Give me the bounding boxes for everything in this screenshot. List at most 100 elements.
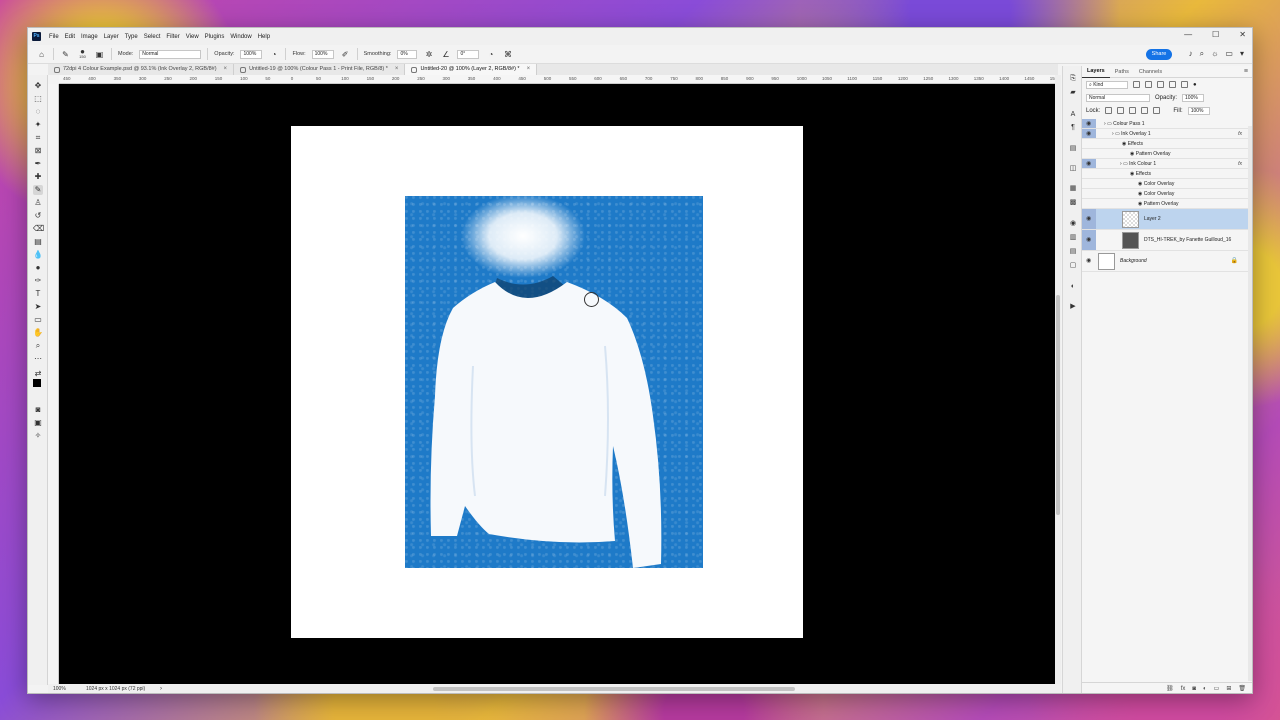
zoom-level[interactable]: 100% xyxy=(53,684,66,693)
history-icon[interactable]: ⎘ xyxy=(1068,74,1078,84)
fx-badge[interactable]: fx xyxy=(1238,159,1242,169)
foreground-color-swatch[interactable] xyxy=(33,379,41,387)
opacity-field[interactable]: 100% xyxy=(240,49,263,59)
tab-document-2[interactable]: Untitled-19 @ 100% (Colour Pass 1 - Prin… xyxy=(234,64,406,75)
layer-row-selected[interactable]: ◉ Layer 2 xyxy=(1082,209,1248,230)
paragraph-icon[interactable]: ¶ xyxy=(1068,123,1078,133)
menu-type[interactable]: Type xyxy=(125,34,138,40)
menu-file[interactable]: File xyxy=(49,34,59,40)
filter-smart-object-icon[interactable] xyxy=(1181,81,1188,88)
character-icon[interactable]: A xyxy=(1068,110,1078,120)
type-tool-icon[interactable]: T xyxy=(33,289,43,299)
scroll-thumb[interactable] xyxy=(1056,295,1060,515)
airbrush-icon[interactable]: ✐ xyxy=(340,49,351,60)
eye-icon[interactable]: ◉ xyxy=(1086,230,1091,251)
angle-field[interactable]: 0° xyxy=(457,49,480,59)
bell-icon[interactable]: ♪ xyxy=(1189,49,1193,59)
close-icon[interactable]: × xyxy=(224,64,228,75)
close-icon[interactable]: × xyxy=(527,64,531,75)
lock-artboard-icon[interactable] xyxy=(1141,107,1149,114)
filter-pixel-icon[interactable] xyxy=(1133,81,1140,88)
menu-edit[interactable]: Edit xyxy=(65,34,75,40)
new-group-icon[interactable]: ▭ xyxy=(1214,685,1220,692)
brush-settings-icon[interactable]: ▣ xyxy=(94,49,105,60)
fx-icon[interactable]: fx xyxy=(1181,686,1186,692)
magic-wand-tool-icon[interactable]: ✦ xyxy=(33,120,43,130)
generative-icon[interactable]: ✧ xyxy=(33,431,43,441)
adjustment-layer-icon[interactable]: ◐ xyxy=(1203,686,1207,692)
lock-pixels-icon[interactable] xyxy=(1117,107,1125,114)
blur-tool-icon[interactable]: 💧 xyxy=(33,250,43,260)
mode-select[interactable]: Normal xyxy=(139,49,202,59)
eye-icon[interactable]: ◉ xyxy=(1086,129,1091,139)
share-button[interactable]: Share xyxy=(1146,49,1172,60)
menu-window[interactable]: Window xyxy=(230,34,251,40)
symmetry-icon[interactable]: ⌘ xyxy=(502,49,513,60)
link-layers-icon[interactable]: ⛓ xyxy=(1166,685,1174,692)
new-layer-icon[interactable]: ⊞ xyxy=(1226,685,1231,692)
panel-menu-icon[interactable]: ≡ xyxy=(1244,68,1248,75)
pen-tool-icon[interactable]: ✑ xyxy=(33,276,43,286)
rectangle-tool-icon[interactable]: ▭ xyxy=(33,315,43,325)
clone-stamp-tool-icon[interactable]: ♙ xyxy=(33,198,43,208)
hand-tool-icon[interactable]: ✋ xyxy=(33,328,43,338)
fx-badge[interactable]: fx xyxy=(1238,129,1242,139)
frame-tool-icon[interactable]: ⊠ xyxy=(33,146,43,156)
filter-adjustment-icon[interactable] xyxy=(1145,81,1152,88)
brush-preset-picker[interactable]: ● 150 xyxy=(77,48,88,60)
canvas-area[interactable] xyxy=(59,84,1055,684)
lock-position-icon[interactable] xyxy=(1129,107,1137,114)
tab-document-3[interactable]: Untitled-20 @ 100% (Layer 2, RGB/8#) * × xyxy=(405,64,538,75)
add-mask-icon[interactable]: ◙ xyxy=(1192,686,1196,692)
swatches-icon[interactable]: ▦ xyxy=(1068,184,1078,194)
filter-shape-icon[interactable] xyxy=(1169,81,1176,88)
paths-icon[interactable]: ▢ xyxy=(1068,261,1078,271)
layers-scrollbar[interactable] xyxy=(1248,126,1252,681)
layer-row[interactable]: ◉ DTS_HI-TREK_by Fanette Guilloud_16 xyxy=(1082,230,1248,251)
eye-icon[interactable]: ◉ xyxy=(1086,159,1091,169)
crop-tool-icon[interactable]: ⌗ xyxy=(33,133,43,143)
layer-effect-row[interactable]: ◉ Pattern Overlay xyxy=(1082,149,1248,159)
layer-opacity-field[interactable]: 100% xyxy=(1182,93,1205,102)
healing-tool-icon[interactable]: ✚ xyxy=(33,172,43,182)
learn-icon[interactable]: ◫ xyxy=(1068,164,1078,174)
layer-effect-row[interactable]: ◉ Pattern Overlay xyxy=(1082,199,1248,209)
actions-play-icon[interactable]: ▶ xyxy=(1068,302,1078,312)
vertical-scrollbar[interactable] xyxy=(1055,75,1061,685)
eye-icon[interactable]: ◉ xyxy=(1086,119,1091,129)
eye-icon[interactable]: ◉ xyxy=(1086,251,1091,272)
layer-row-background[interactable]: ◉ Background 🔒 xyxy=(1082,251,1248,272)
zoom-tool-icon[interactable]: ⌕ xyxy=(33,341,43,351)
horizontal-scrollbar[interactable] xyxy=(433,687,795,691)
path-select-tool-icon[interactable]: ➤ xyxy=(33,302,43,312)
workspace-icon[interactable]: ▭ xyxy=(1225,49,1233,59)
adjustments-icon[interactable]: ◐ xyxy=(1068,282,1078,292)
layer-effect-row[interactable]: ◉ Effects xyxy=(1082,169,1248,179)
flow-field[interactable]: 100% xyxy=(311,49,334,59)
layer-row-group[interactable]: ◉ › ▭ Ink Overlay 1 fx xyxy=(1082,129,1248,139)
comments-icon[interactable]: ▰ xyxy=(1068,88,1078,98)
chevron-down-icon[interactable]: ▾ xyxy=(1240,49,1244,59)
eraser-tool-icon[interactable]: ⌫ xyxy=(33,224,44,234)
menu-select[interactable]: Select xyxy=(144,34,161,40)
libraries-icon[interactable]: ▤ xyxy=(1068,144,1078,154)
styles-icon[interactable]: ◉ xyxy=(1068,219,1078,229)
brush-tool-icon[interactable]: ✎ xyxy=(60,49,71,60)
screen-mode-icon[interactable]: ▣ xyxy=(33,418,43,428)
move-tool-icon[interactable]: ✥ xyxy=(33,81,43,91)
marquee-tool-icon[interactable]: ⬚ xyxy=(33,94,43,104)
layer-effect-row[interactable]: ◉ Effects xyxy=(1082,139,1248,149)
status-menu-arrow[interactable]: › xyxy=(160,684,162,693)
filter-kind-select[interactable]: ⌕ Kind xyxy=(1086,80,1128,89)
history-brush-tool-icon[interactable]: ↺ xyxy=(33,211,43,221)
menu-filter[interactable]: Filter xyxy=(166,34,179,40)
lock-transparent-icon[interactable] xyxy=(1105,107,1113,114)
lasso-tool-icon[interactable]: ◌ xyxy=(33,107,43,117)
close-window-button[interactable]: ✕ xyxy=(1239,30,1246,39)
gear-icon[interactable]: ✲ xyxy=(423,49,434,60)
layer-effect-row[interactable]: ◉ Color Overlay xyxy=(1082,189,1248,199)
document-canvas[interactable] xyxy=(291,126,803,638)
maximize-button[interactable]: ☐ xyxy=(1212,30,1219,39)
discover-icon[interactable]: ☼ xyxy=(1211,49,1218,59)
quick-mask-icon[interactable]: ◙ xyxy=(33,405,43,415)
